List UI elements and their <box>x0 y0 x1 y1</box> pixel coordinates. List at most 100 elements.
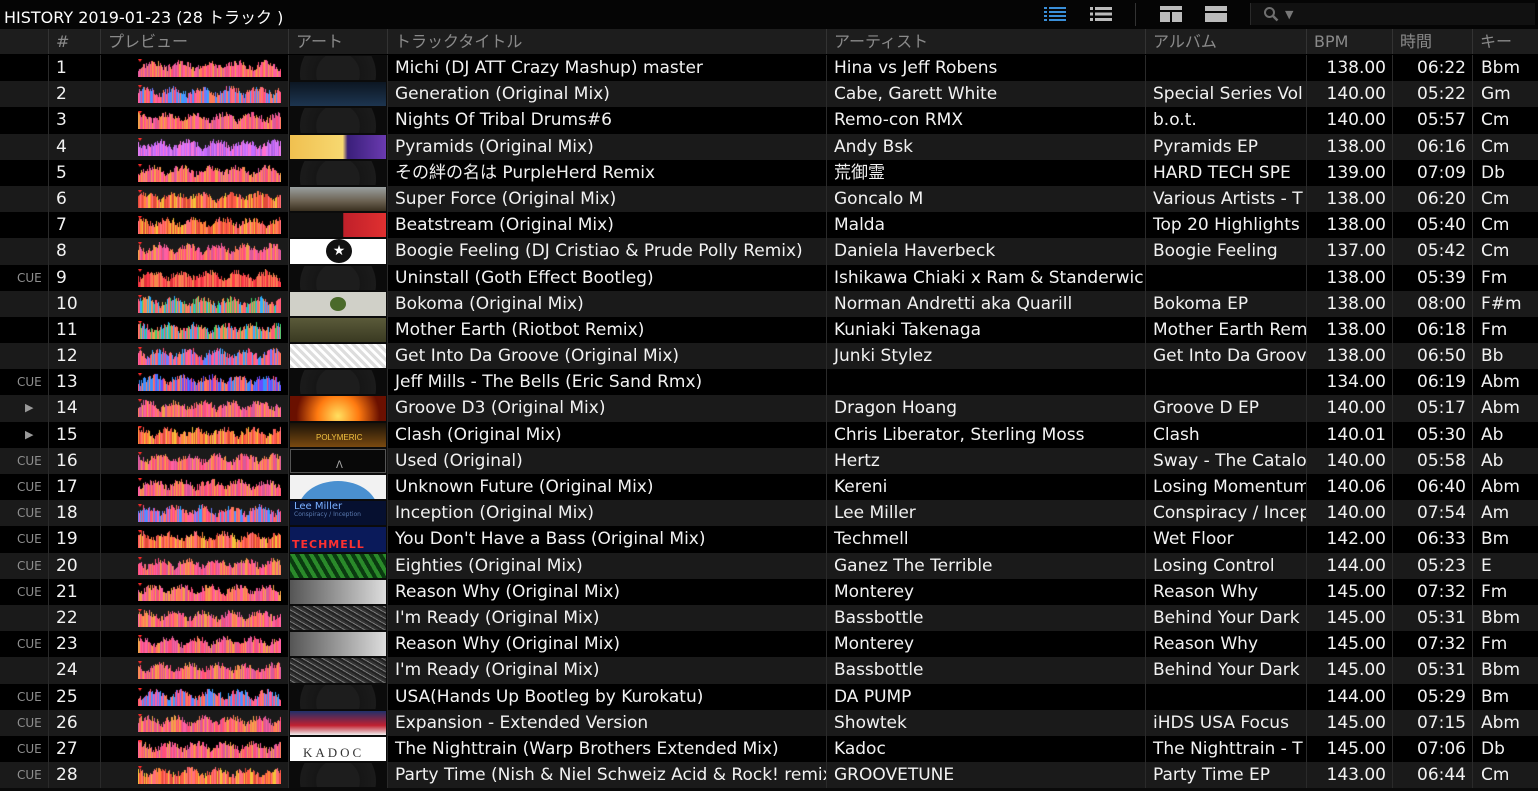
table-row[interactable]: 22 I'm Ready (Original Mix) Bassbottle Behi… <box>0 604 1538 632</box>
waveform-preview[interactable] <box>100 552 288 579</box>
column-header-album[interactable]: アルバム <box>1145 29 1306 54</box>
table-row[interactable]: CUE 19 TECHMELL You Don't Have a Bass (Orig… <box>0 526 1538 553</box>
table-row[interactable]: 2 Generation (Original Mix) Cabe, Garett W… <box>0 81 1538 108</box>
waveform-preview[interactable] <box>100 395 288 422</box>
table-row[interactable]: CUE 9 Uninstall (Goth Effect Bootleg) Ishik… <box>0 264 1538 291</box>
waveform-preview[interactable] <box>100 238 288 265</box>
waveform-preview[interactable] <box>100 316 288 344</box>
waveform-preview[interactable] <box>100 212 288 239</box>
track-time: 06:19 <box>1392 369 1472 396</box>
track-artist: Kereni <box>826 474 1145 501</box>
search-box[interactable]: ▼ <box>1250 3 1535 25</box>
list-compact-icon[interactable] <box>1086 3 1116 25</box>
table-row[interactable]: 12 Get Into Da Groove (Original Mix) Junki… <box>0 343 1538 370</box>
artwork-split-icon[interactable] <box>1201 3 1231 25</box>
waveform-preview[interactable] <box>100 369 288 396</box>
table-row[interactable]: 10 Bokoma (Original Mix) Norman Andretti a… <box>0 290 1538 317</box>
column-header-number[interactable]: # <box>48 29 100 54</box>
track-number: 15 <box>48 421 100 448</box>
table-row[interactable]: CUE 21 Reason Why (Original Mix) Monterey Re… <box>0 578 1538 605</box>
table-row[interactable]: CUE 23 Reason Why (Original Mix) Monterey Re… <box>0 631 1538 658</box>
vinyl-placeholder-icon <box>300 763 376 788</box>
column-header-art[interactable]: アート <box>288 29 387 54</box>
waveform-preview[interactable] <box>100 81 288 108</box>
waveform-preview[interactable] <box>100 343 288 370</box>
waveform-preview[interactable] <box>100 735 288 763</box>
track-album: Mother Earth Rem <box>1145 316 1306 344</box>
waveform-preview[interactable] <box>100 185 288 213</box>
column-header-title[interactable]: トラックタイトル <box>387 29 826 54</box>
waveform-preview[interactable] <box>100 55 288 82</box>
track-title: The Nighttrain (Warp Brothers Extended M… <box>387 735 826 763</box>
track-time: 06:33 <box>1392 526 1472 553</box>
cue-flag: CUE <box>17 453 42 468</box>
track-artist: Dragon Hoang <box>826 395 1145 422</box>
table-row[interactable]: CUE 26 Expansion - Extended Version Showtek… <box>0 709 1538 736</box>
album-art: ★ <box>288 238 387 265</box>
table-row[interactable]: ▶ 14 Groove D3 (Original Mix) Dragon Hoang G… <box>0 395 1538 422</box>
album-art <box>288 578 387 605</box>
waveform-preview[interactable] <box>100 709 288 736</box>
table-row[interactable]: 3 Nights Of Tribal Drums#6 Remo-con RMX b.o… <box>0 107 1538 134</box>
track-bpm: 140.00 <box>1306 447 1392 474</box>
table-row[interactable]: 4 Pyramids (Original Mix) Andy Bsk Pyramids… <box>0 133 1538 160</box>
track-bpm: 134.00 <box>1306 369 1392 396</box>
column-header-artist[interactable]: アーティスト <box>826 29 1145 54</box>
list-detail-icon[interactable] <box>1040 3 1070 25</box>
table-row[interactable]: CUE 25 USA(Hands Up Bootleg by Kurokatu) DA… <box>0 683 1538 710</box>
chevron-down-icon[interactable]: ▼ <box>1285 8 1293 21</box>
column-header-time[interactable]: 時間 <box>1392 29 1472 54</box>
track-artist: Hertz <box>826 447 1145 474</box>
track-title: Reason Why (Original Mix) <box>387 578 826 605</box>
table-row[interactable]: 11 Mother Earth (Riotbot Remix) Kuniaki Ta… <box>0 316 1538 344</box>
table-row[interactable]: CUE 13 Jeff Mills - The Bells (Eric Sand R… <box>0 369 1538 396</box>
track-key: Ab <box>1472 421 1538 448</box>
waveform-preview[interactable] <box>100 500 288 527</box>
waveform-preview[interactable] <box>100 631 288 658</box>
waveform-preview[interactable] <box>100 657 288 684</box>
track-title: Reason Why (Original Mix) <box>387 631 826 658</box>
table-row[interactable]: ▶ 15 POLYMERIC Clash (Original Mix) Chris Li… <box>0 421 1538 448</box>
table-row[interactable]: CUE 20 Eighties (Original Mix) Ganez The Te… <box>0 552 1538 579</box>
column-header-key[interactable]: キー <box>1472 29 1538 54</box>
waveform-preview[interactable] <box>100 578 288 605</box>
waveform-preview[interactable] <box>100 159 288 186</box>
track-time: 05:31 <box>1392 657 1472 684</box>
track-title: Unknown Future (Original Mix) <box>387 474 826 501</box>
track-key: Fm <box>1472 631 1538 658</box>
search-icon[interactable] <box>1263 6 1279 22</box>
column-header-preview[interactable]: プレビュー <box>100 29 288 54</box>
waveform-preview[interactable] <box>100 133 288 160</box>
column-header-bpm[interactable]: BPM <box>1306 29 1392 54</box>
waveform-preview[interactable] <box>100 290 288 317</box>
waveform-preview[interactable] <box>100 447 288 474</box>
table-row[interactable]: 24 I'm Ready (Original Mix) Bassbottle Behi… <box>0 657 1538 684</box>
cue-flag: CUE <box>17 375 42 390</box>
table-row[interactable]: CUE 18 Lee Miller Conspiracy / Inception Inc… <box>0 500 1538 527</box>
waveform-preview[interactable] <box>100 107 288 134</box>
track-album: b.o.t. <box>1145 107 1306 134</box>
waveform-preview[interactable] <box>100 762 288 789</box>
table-row[interactable]: CUE 28 Party Time (Nish & Niel Schweiz Aci… <box>0 762 1538 789</box>
table-row[interactable]: 5 その絆の名は PurpleHerd Remix 荒御霊 HARD TECH SPE… <box>0 159 1538 186</box>
track-number: 25 <box>48 683 100 710</box>
table-row[interactable]: 7 Beatstream (Original Mix) Malda Top 20 Hi… <box>0 212 1538 239</box>
table-row[interactable]: 1 Michi (DJ ATT Crazy Mashup) master Hina … <box>0 55 1538 82</box>
waveform-preview[interactable] <box>100 474 288 501</box>
table-row[interactable]: CUE 16 ᐱ Used (Original) Hertz Sway - The Cat… <box>0 447 1538 474</box>
waveform-preview[interactable] <box>100 683 288 710</box>
track-album: Losing Control <box>1145 552 1306 579</box>
track-artist: Andy Bsk <box>826 133 1145 160</box>
track-artist <box>826 369 1145 396</box>
artwork-view-icon[interactable] <box>1156 3 1186 25</box>
table-row[interactable]: CUE 17 Unknown Future (Original Mix) Kereni… <box>0 474 1538 501</box>
waveform-preview[interactable] <box>100 604 288 632</box>
track-album: Conspiracy / Incep <box>1145 500 1306 527</box>
table-row[interactable]: 6 Super Force (Original Mix) Goncalo M Vari… <box>0 185 1538 213</box>
waveform-preview[interactable] <box>100 421 288 448</box>
waveform-preview[interactable] <box>100 526 288 553</box>
waveform-preview[interactable] <box>100 264 288 291</box>
album-art <box>288 133 387 160</box>
table-row[interactable]: 8 ★ Boogie Feeling (DJ Cristiao & Prude Po… <box>0 238 1538 265</box>
table-row[interactable]: CUE 27 KADOC The Nighttrain (Warp Brothers … <box>0 735 1538 763</box>
